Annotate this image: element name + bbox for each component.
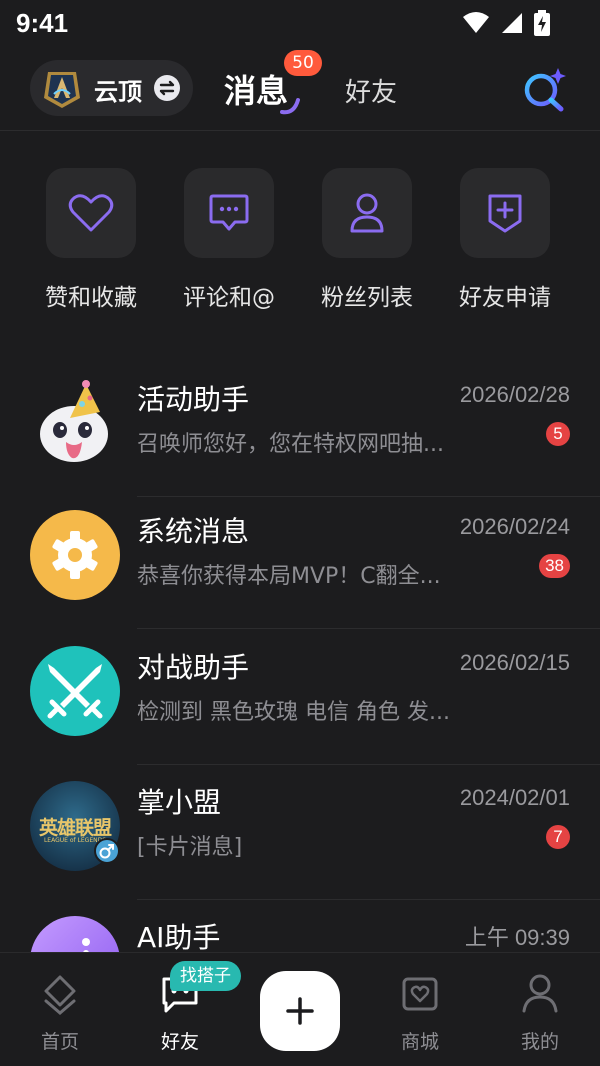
person-icon — [350, 193, 384, 233]
quick-label-comments: 评论和@ — [183, 285, 275, 311]
nav-label-home: 首页 — [40, 1031, 79, 1053]
quick-action-fans[interactable]: 粉丝列表 — [321, 168, 413, 311]
quick-label-fans: 粉丝列表 — [321, 285, 413, 311]
row-divider — [137, 764, 600, 765]
quick-action-friend-requests[interactable]: 好友申请 — [459, 168, 551, 311]
comments-tile[interactable] — [184, 168, 274, 258]
gear-icon — [52, 531, 98, 579]
create-post-button[interactable] — [260, 971, 340, 1051]
quick-action-comments[interactable]: 评论和@ — [183, 168, 275, 311]
fans-tile[interactable] — [322, 168, 412, 258]
ai-search-icon[interactable] — [522, 66, 568, 112]
header: 云顶 消息 50 好友 — [0, 48, 600, 130]
message-row-zhangxiaomeng[interactable]: 英雄联盟 LEAGUE of LEGENDS 掌小盟 2024/02/01 [卡… — [0, 781, 600, 917]
message-date: 上午 09:39 — [464, 925, 570, 950]
tft-logo-icon — [44, 72, 80, 108]
heart-icon — [68, 194, 114, 232]
tab-friends[interactable]: 好友 — [345, 72, 397, 109]
battle-helper-avatar — [30, 646, 120, 736]
row-divider — [137, 899, 600, 900]
quick-label-friend-requests: 好友申请 — [459, 285, 551, 311]
bottom-nav: 首页 好友 找搭子 商城 我的 — [0, 952, 600, 1066]
nav-shop[interactable]: 商城 — [380, 971, 460, 1053]
header-divider — [0, 130, 600, 131]
find-partner-badge[interactable]: 找搭子 — [170, 961, 241, 991]
message-date: 2024/02/01 — [459, 785, 570, 810]
nav-label-shop: 商城 — [400, 1031, 439, 1053]
tab-active-indicator — [280, 98, 300, 115]
home-icon — [44, 975, 76, 1015]
battery-icon — [534, 10, 550, 36]
nav-label-friends: 好友 — [160, 1031, 199, 1053]
message-title: 活动助手 — [137, 383, 250, 416]
message-preview: [卡片消息] — [137, 835, 243, 860]
system-message-avatar — [30, 510, 120, 600]
nav-home[interactable]: 首页 — [20, 971, 100, 1053]
message-row-system[interactable]: 系统消息 2026/02/24 恭喜你获得本局MVP！C翻全... 38 — [0, 510, 600, 646]
message-preview: 恭喜你获得本局MVP！C翻全... — [137, 564, 441, 589]
messages-count-badge: 50 — [284, 50, 322, 76]
message-date: 2026/02/15 — [459, 650, 570, 675]
nav-label-me: 我的 — [520, 1031, 559, 1053]
unread-badge: 7 — [546, 825, 570, 849]
comment-icon — [209, 194, 249, 231]
game-switcher[interactable]: 云顶 — [30, 60, 193, 116]
message-preview: 检测到 黑色玫瑰 电信 角色 发... — [137, 700, 450, 725]
profile-icon — [522, 974, 558, 1013]
shop-icon — [402, 977, 438, 1011]
unread-badge: 38 — [539, 554, 570, 578]
likes-tile[interactable] — [46, 168, 136, 258]
message-title: 系统消息 — [137, 515, 250, 548]
quick-label-likes: 赞和收藏 — [45, 285, 137, 311]
status-time: 9:41 — [16, 8, 69, 38]
message-preview: 召唤师您好，您在特权网吧抽... — [137, 432, 444, 457]
friend-requests-tile[interactable] — [460, 168, 550, 258]
message-title: 对战助手 — [137, 651, 250, 684]
nav-me[interactable]: 我的 — [500, 971, 580, 1053]
quick-action-likes[interactable]: 赞和收藏 — [45, 168, 137, 311]
wifi-icon — [463, 12, 489, 33]
status-icons — [462, 10, 550, 36]
message-title: 掌小盟 — [137, 786, 222, 819]
message-date: 2026/02/24 — [459, 514, 570, 539]
status-bar: 9:41 — [0, 0, 600, 48]
male-icon — [94, 838, 120, 864]
row-divider — [137, 628, 600, 629]
tab-messages[interactable]: 消息 — [224, 66, 288, 112]
row-divider — [137, 496, 600, 497]
signal-icon — [502, 13, 522, 33]
game-name: 云顶 — [94, 78, 142, 106]
unread-badge: 5 — [546, 422, 570, 446]
activity-helper-avatar — [30, 378, 120, 468]
message-row-activity[interactable]: 活动助手 2026/02/28 召唤师您好，您在特权网吧抽... 5 — [0, 378, 600, 514]
crossed-swords-icon — [47, 664, 103, 719]
lol-logo-text: 英雄联盟 — [38, 817, 112, 839]
add-friend-icon — [488, 194, 522, 233]
plus-icon — [286, 997, 314, 1025]
poro-icon — [40, 380, 108, 462]
swap-icon — [154, 75, 180, 101]
message-row-battle[interactable]: 对战助手 2026/02/15 检测到 黑色玫瑰 电信 角色 发... — [0, 646, 600, 782]
message-date: 2026/02/28 — [459, 382, 570, 407]
message-title: AI助手 — [137, 921, 221, 954]
